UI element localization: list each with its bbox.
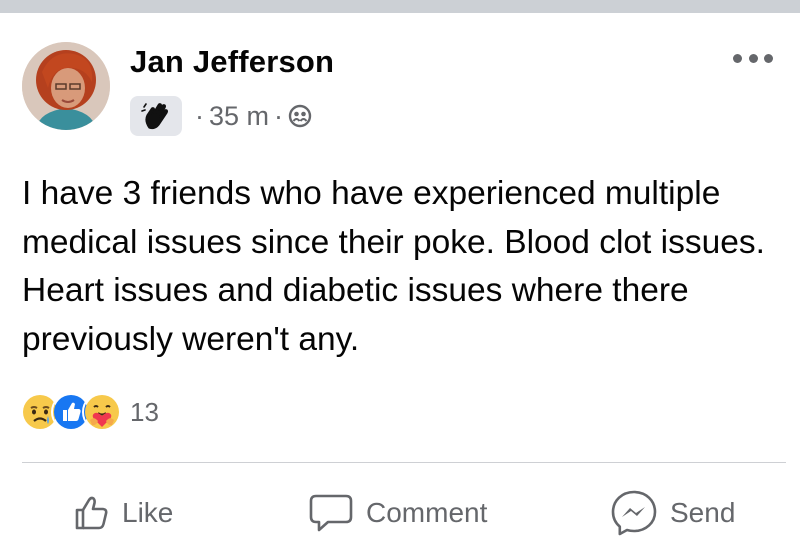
like-label: Like xyxy=(122,497,174,528)
post-text: I have 3 friends who have experienced mu… xyxy=(22,175,765,358)
post-meta: · 35 m · xyxy=(130,96,312,136)
comment-button[interactable]: Comment xyxy=(308,488,487,538)
send-button[interactable]: Send xyxy=(610,488,735,538)
reaction-count: 13 xyxy=(130,396,159,427)
comment-label: Comment xyxy=(366,497,488,528)
avatar[interactable] xyxy=(22,42,110,130)
reactions-summary[interactable]: 13 xyxy=(20,392,159,432)
meta-separator: · xyxy=(195,100,204,131)
avatar-photo xyxy=(22,42,110,130)
care-reaction-icon xyxy=(82,392,122,432)
messenger-icon xyxy=(611,490,657,536)
meta-separator: · xyxy=(274,100,284,131)
post-time[interactable]: 35 m xyxy=(209,101,269,132)
friends-icon[interactable] xyxy=(288,104,312,128)
thumbs-up-icon xyxy=(75,496,108,530)
comment-icon xyxy=(309,494,353,532)
like-button[interactable]: Like xyxy=(74,488,173,538)
waving-hand-icon[interactable] xyxy=(130,96,182,136)
divider xyxy=(22,462,786,463)
top-separator-bar xyxy=(0,0,800,13)
more-options-icon[interactable] xyxy=(733,50,773,66)
author-name[interactable]: Jan Jefferson xyxy=(130,44,334,80)
send-label: Send xyxy=(670,497,736,528)
